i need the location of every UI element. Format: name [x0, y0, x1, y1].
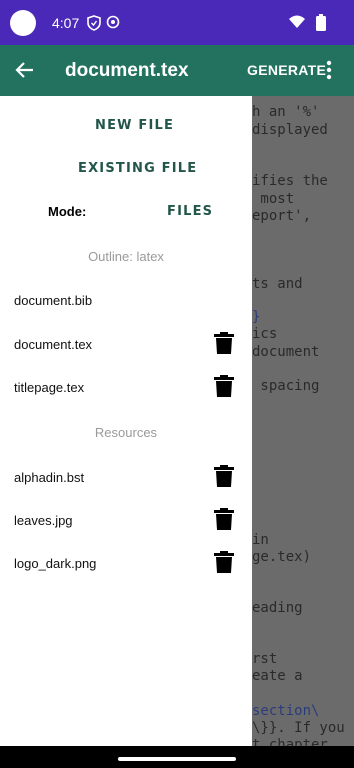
editor-line: in [252, 532, 269, 548]
mode-label: Mode: [48, 204, 87, 219]
editor-line: document [252, 344, 320, 360]
delete-icon[interactable] [214, 375, 234, 402]
delete-icon[interactable] [214, 465, 234, 492]
editor-line: } [252, 309, 261, 325]
generate-button[interactable]: GENERATE [247, 62, 326, 78]
outline-item-document-bib[interactable]: document.bib [14, 293, 92, 308]
resource-item-logo-dark-png[interactable]: logo_dark.png [14, 556, 96, 571]
system-nav-bar [0, 746, 354, 768]
page-title: document.tex [65, 60, 189, 81]
editor-line: eading [252, 600, 303, 616]
outline-item-document-tex[interactable]: document.tex [14, 337, 92, 352]
editor-line: ts and [252, 276, 303, 292]
resources-header: Resources [94, 425, 158, 440]
shield-icon [87, 15, 101, 36]
delete-icon[interactable] [214, 551, 234, 578]
sync-icon [106, 15, 120, 34]
home-gesture-handle[interactable] [118, 757, 236, 761]
editor-line: section\ [252, 703, 320, 719]
editor-line: eport', [252, 208, 312, 224]
editor-line: spacing [252, 378, 320, 394]
editor-line: t chapter [252, 737, 328, 746]
delete-icon[interactable] [214, 332, 234, 359]
resource-item-alphadin-bst[interactable]: alphadin.bst [14, 470, 84, 485]
app-bar: document.tex GENERATE [0, 45, 354, 96]
editor-line: ge.tex) [252, 549, 312, 565]
back-arrow-icon[interactable] [14, 59, 36, 86]
editor-line: ics [252, 326, 278, 342]
editor-line: most [252, 191, 295, 207]
editor-line: h an '%' [252, 104, 320, 120]
outline-header: Outline: latex [88, 249, 164, 264]
navigation-drawer: NEW FILE EXISTING FILE Mode: FILES Outli… [0, 96, 252, 746]
new-file-button[interactable]: NEW FILE [95, 118, 174, 133]
status-time: 4:07 [52, 15, 80, 31]
delete-icon[interactable] [214, 508, 234, 535]
editor-line: displayed [252, 122, 328, 138]
editor-line: rst [252, 651, 278, 667]
circle-icon [10, 10, 36, 36]
status-bar: 4:07 [0, 0, 354, 45]
mode-toggle-button[interactable]: FILES [167, 204, 213, 219]
editor-line: eate a [252, 668, 303, 684]
resource-item-leaves-jpg[interactable]: leaves.jpg [14, 513, 73, 528]
outline-item-titlepage-tex[interactable]: titlepage.tex [14, 380, 84, 395]
more-options-icon[interactable] [326, 59, 332, 86]
wifi-icon [288, 15, 306, 34]
battery-icon [316, 14, 326, 36]
existing-file-button[interactable]: EXISTING FILE [78, 161, 197, 176]
editor-line: ifies the [252, 173, 328, 189]
editor-line: \}}. If you [252, 720, 345, 736]
